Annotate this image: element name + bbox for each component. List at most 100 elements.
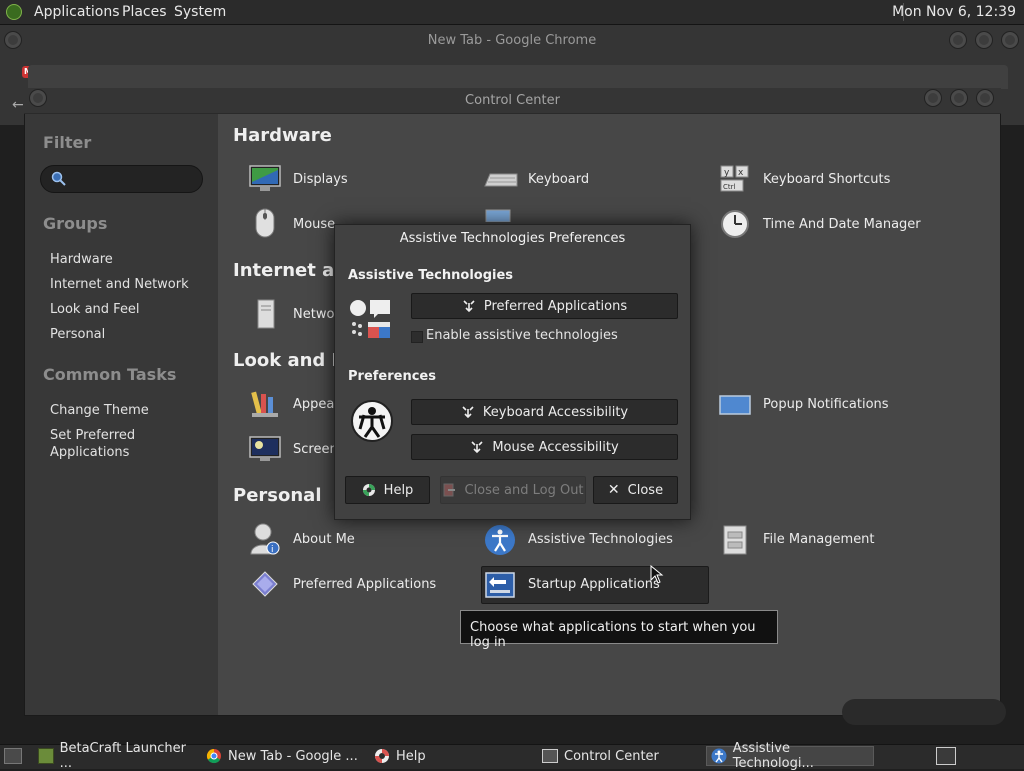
keyboard-shortcuts-icon[interactable]: y x Ctrl <box>719 164 751 194</box>
displays-icon[interactable] <box>249 164 281 194</box>
show-desktop-icon[interactable] <box>4 748 22 764</box>
preferred-applications-icon[interactable] <box>251 570 279 598</box>
minecraft-icon <box>38 748 54 764</box>
dialog-title: Assistive Technologies Preferences <box>399 231 626 246</box>
clock-icon[interactable] <box>720 209 750 239</box>
file-management-icon[interactable] <box>722 524 748 556</box>
menu-system[interactable]: System <box>174 4 226 20</box>
dialog-section-preferences: Preferences <box>348 369 436 384</box>
item-startup-applications[interactable]: Startup Applications <box>528 577 660 592</box>
search-icon <box>51 171 66 186</box>
menu-places[interactable]: Places <box>122 4 167 20</box>
section-hardware: Hardware <box>233 125 332 146</box>
screensaver-icon[interactable] <box>249 435 281 463</box>
cc-menu-icon[interactable] <box>29 89 47 107</box>
group-personal[interactable]: Personal <box>50 326 105 343</box>
item-displays[interactable]: Displays <box>293 172 348 187</box>
popup-notifications-icon[interactable] <box>719 394 751 418</box>
task-help[interactable]: Help <box>374 746 534 766</box>
chrome-back-icon[interactable]: ← <box>12 97 24 113</box>
group-internet-network[interactable]: Internet and Network <box>50 276 189 293</box>
filter-search-input[interactable] <box>40 165 203 193</box>
item-screensaver[interactable]: Screen <box>293 442 338 457</box>
preferred-applications-label: Preferred Applications <box>483 298 628 314</box>
task-set-preferred-apps[interactable]: Set Preferred Applications <box>50 427 200 461</box>
item-preferred-applications[interactable]: Preferred Applications <box>293 577 436 592</box>
item-network[interactable]: Netwo <box>293 307 334 322</box>
close-button[interactable]: ✕ Close <box>593 476 678 504</box>
control-center-icon <box>542 749 558 763</box>
item-mouse[interactable]: Mouse <box>293 217 335 232</box>
run-icon <box>471 441 483 454</box>
assistive-technologies-icon[interactable] <box>484 524 516 556</box>
close-label: Close <box>627 482 664 498</box>
task-change-theme[interactable]: Change Theme <box>50 402 149 419</box>
lifebuoy-icon <box>375 749 389 763</box>
svg-text:y: y <box>724 168 730 178</box>
group-hardware[interactable]: Hardware <box>50 251 113 268</box>
section-personal: Personal <box>233 485 322 506</box>
mouse-cursor-icon <box>650 565 664 584</box>
control-center-title: Control Center <box>465 93 560 108</box>
task-help-label: Help <box>396 748 426 764</box>
groups-heading: Groups <box>43 214 108 233</box>
run-icon <box>462 406 474 419</box>
item-popup-notifications[interactable]: Popup Notifications <box>763 397 889 412</box>
item-appearance[interactable]: Appea <box>293 397 334 412</box>
group-look-feel[interactable]: Look and Feel <box>50 301 140 318</box>
item-file-management[interactable]: File Management <box>763 532 875 547</box>
cc-close-icon[interactable] <box>976 89 994 107</box>
common-tasks-heading: Common Tasks <box>43 365 177 384</box>
item-time-date[interactable]: Time And Date Manager <box>763 217 921 232</box>
cc-minimize-icon[interactable] <box>924 89 942 107</box>
panel-clock[interactable]: Mon Nov 6, 12:39 <box>892 4 1016 20</box>
task-chrome[interactable]: New Tab - Google ... <box>206 746 366 766</box>
chrome-maximize-icon[interactable] <box>975 31 993 49</box>
mouse-icon[interactable] <box>254 207 276 239</box>
chrome-minimize-icon[interactable] <box>949 31 967 49</box>
item-about-me[interactable]: About Me <box>293 532 355 547</box>
task-betacraft[interactable]: BetaCraft Launcher ... <box>38 741 198 771</box>
cc-maximize-icon[interactable] <box>950 89 968 107</box>
network-icon[interactable] <box>256 298 276 330</box>
filter-heading: Filter <box>43 133 92 152</box>
menu-applications[interactable]: Applications <box>34 4 120 20</box>
preferred-applications-button[interactable]: Preferred Applications <box>411 293 678 319</box>
close-and-logout-button[interactable]: Close and Log Out <box>440 476 586 504</box>
item-assistive-technologies[interactable]: Assistive Technologies <box>528 532 673 547</box>
item-keyboard-shortcuts[interactable]: Keyboard Shortcuts <box>763 172 890 187</box>
help-button[interactable]: Help <box>345 476 430 504</box>
run-icon <box>463 300 475 313</box>
mate-menu-icon[interactable] <box>6 4 22 20</box>
chrome-customize-chip[interactable] <box>842 699 1006 725</box>
chrome-toolbar <box>28 65 1008 89</box>
workspace-switcher-icon[interactable] <box>936 747 956 765</box>
startup-tooltip: Choose what applications to start when y… <box>460 610 778 650</box>
mouse-accessibility-label: Mouse Accessibility <box>492 439 619 455</box>
accessibility-icon <box>711 748 727 764</box>
mouse-accessibility-button[interactable]: Mouse Accessibility <box>411 434 678 460</box>
svg-text:i: i <box>271 545 274 555</box>
keyboard-accessibility-button[interactable]: Keyboard Accessibility <box>411 399 678 425</box>
svg-text:Ctrl: Ctrl <box>723 183 736 191</box>
dialog-section-assistive: Assistive Technologies <box>348 268 514 283</box>
task-assistive-label: Assistive Technologi... <box>732 741 814 771</box>
chrome-menu-icon[interactable] <box>4 31 22 49</box>
task-control-center[interactable]: Control Center <box>542 746 702 766</box>
task-assistive[interactable]: Assistive Technologi... <box>706 741 874 771</box>
svg-text:x: x <box>738 168 744 178</box>
enable-assistive-label[interactable]: Enable assistive technologies <box>426 328 618 343</box>
enable-assistive-checkbox[interactable] <box>411 331 423 343</box>
chrome-window-title: New Tab - Google Chrome <box>427 33 597 48</box>
power-management-icon[interactable] <box>484 208 514 222</box>
startup-applications-icon[interactable] <box>484 570 516 600</box>
about-me-icon[interactable]: i <box>249 522 281 556</box>
task-chrome-label: New Tab - Google ... <box>228 748 358 764</box>
chrome-close-icon[interactable] <box>1001 31 1019 49</box>
lifebuoy-icon <box>362 484 375 496</box>
keyboard-icon[interactable] <box>484 168 518 190</box>
universal-access-man-icon <box>351 400 393 442</box>
appearance-icon[interactable] <box>250 389 280 419</box>
item-keyboard[interactable]: Keyboard <box>528 172 589 187</box>
keyboard-accessibility-label: Keyboard Accessibility <box>482 404 629 420</box>
